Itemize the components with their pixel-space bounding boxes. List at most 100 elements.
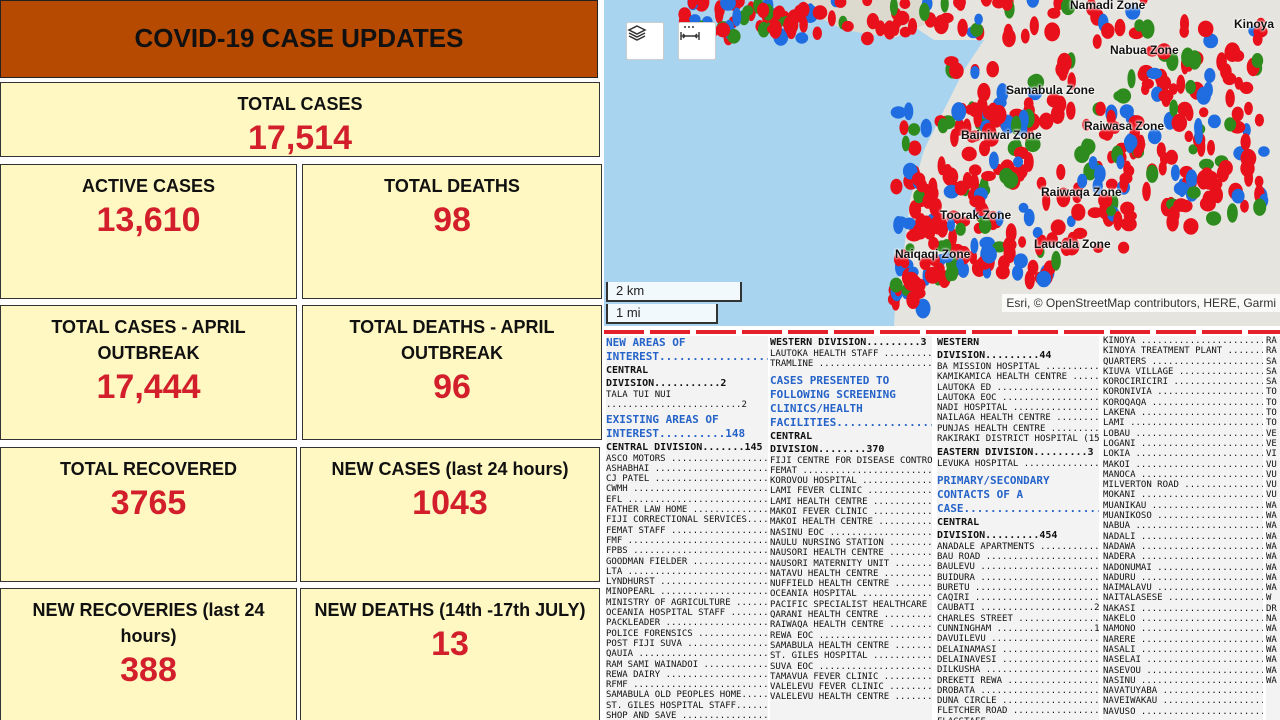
case-point[interactable]	[866, 13, 879, 30]
case-point[interactable]	[1029, 16, 1039, 36]
case-point[interactable]	[1081, 138, 1096, 155]
case-point[interactable]	[906, 291, 920, 309]
case-point[interactable]	[1121, 216, 1137, 232]
case-point[interactable]	[1225, 89, 1235, 108]
case-point[interactable]	[1173, 181, 1189, 196]
case-point[interactable]	[951, 102, 967, 122]
case-point[interactable]	[1127, 69, 1136, 89]
case-point[interactable]	[1092, 34, 1102, 49]
case-point[interactable]	[812, 5, 828, 20]
case-point[interactable]	[919, 2, 930, 21]
case-point[interactable]	[1231, 50, 1245, 62]
case-point[interactable]	[903, 271, 920, 292]
case-point[interactable]	[883, 20, 896, 40]
case-point[interactable]	[1178, 199, 1193, 213]
case-point[interactable]	[1003, 23, 1014, 42]
case-point[interactable]	[732, 7, 742, 27]
case-point[interactable]	[915, 213, 925, 229]
case-point[interactable]	[1208, 186, 1220, 202]
case-point[interactable]	[1258, 146, 1270, 157]
case-point[interactable]	[1187, 186, 1201, 199]
case-map[interactable]: Namadi Zone Kinoya Nabua Zone Samabula Z…	[604, 0, 1280, 326]
case-point[interactable]	[1095, 101, 1106, 117]
case-point[interactable]	[1240, 133, 1251, 151]
case-point[interactable]	[1197, 20, 1214, 38]
case-point[interactable]	[1036, 270, 1052, 288]
case-point[interactable]	[1253, 198, 1267, 216]
case-point[interactable]	[795, 32, 809, 44]
case-point[interactable]	[1050, 104, 1065, 124]
case-point[interactable]	[989, 151, 999, 170]
case-point[interactable]	[1188, 50, 1202, 70]
case-point[interactable]	[1179, 25, 1189, 38]
case-point[interactable]	[1206, 211, 1222, 226]
case-point[interactable]	[1071, 203, 1086, 221]
case-point[interactable]	[1056, 164, 1066, 180]
case-point[interactable]	[1023, 208, 1035, 227]
case-point[interactable]	[773, 6, 782, 20]
case-point[interactable]	[903, 102, 914, 121]
case-point[interactable]	[799, 16, 808, 33]
case-point[interactable]	[1207, 114, 1221, 129]
case-point[interactable]	[1020, 28, 1030, 44]
case-point[interactable]	[1055, 61, 1069, 78]
case-point[interactable]	[920, 118, 932, 138]
case-point[interactable]	[1050, 219, 1066, 236]
case-point[interactable]	[1119, 172, 1133, 184]
case-point[interactable]	[1140, 19, 1155, 39]
case-point[interactable]	[973, 109, 982, 128]
case-point[interactable]	[933, 262, 945, 276]
case-point[interactable]	[797, 1, 810, 18]
case-point[interactable]	[1240, 148, 1257, 168]
case-point[interactable]	[1114, 18, 1126, 37]
case-point[interactable]	[908, 123, 921, 136]
case-point[interactable]	[1018, 236, 1027, 248]
case-point[interactable]	[1106, 206, 1117, 217]
measure-button[interactable]	[678, 22, 716, 60]
case-point[interactable]	[889, 277, 903, 293]
case-point[interactable]	[986, 60, 999, 78]
case-point[interactable]	[916, 178, 927, 193]
case-point[interactable]	[1231, 106, 1244, 122]
case-point[interactable]	[757, 2, 770, 18]
case-point[interactable]	[1196, 170, 1211, 190]
case-point[interactable]	[1254, 113, 1264, 127]
case-point[interactable]	[769, 19, 782, 39]
case-point[interactable]	[979, 140, 990, 157]
case-point[interactable]	[1227, 203, 1238, 223]
case-point[interactable]	[1159, 151, 1169, 166]
case-point[interactable]	[1027, 259, 1039, 276]
case-point[interactable]	[1123, 134, 1138, 150]
case-point[interactable]	[841, 20, 854, 32]
case-point[interactable]	[969, 195, 986, 208]
case-point[interactable]	[1013, 156, 1024, 168]
case-point[interactable]	[1199, 107, 1209, 118]
case-point[interactable]	[928, 177, 938, 197]
case-point[interactable]	[970, 66, 980, 79]
case-point[interactable]	[1251, 53, 1264, 68]
case-point[interactable]	[1184, 130, 1194, 142]
case-point[interactable]	[783, 15, 799, 35]
case-point[interactable]	[1176, 74, 1186, 94]
case-point[interactable]	[937, 118, 949, 134]
case-point[interactable]	[1204, 68, 1216, 83]
case-point[interactable]	[1101, 22, 1115, 39]
case-point[interactable]	[957, 18, 968, 37]
case-point[interactable]	[1231, 188, 1245, 204]
case-point[interactable]	[1113, 90, 1126, 102]
case-point[interactable]	[890, 106, 907, 119]
case-point[interactable]	[944, 56, 959, 67]
layers-button[interactable]	[626, 22, 664, 60]
case-point[interactable]	[1051, 250, 1061, 271]
case-point[interactable]	[1183, 218, 1199, 235]
case-point[interactable]	[1170, 164, 1180, 182]
case-point[interactable]	[812, 26, 822, 40]
case-point[interactable]	[999, 167, 1014, 185]
case-point[interactable]	[1116, 154, 1125, 170]
case-point[interactable]	[1244, 101, 1253, 116]
case-point[interactable]	[981, 245, 997, 264]
case-point[interactable]	[1203, 81, 1213, 98]
case-point[interactable]	[1222, 72, 1237, 86]
case-point[interactable]	[1194, 118, 1203, 137]
case-point[interactable]	[894, 216, 908, 228]
